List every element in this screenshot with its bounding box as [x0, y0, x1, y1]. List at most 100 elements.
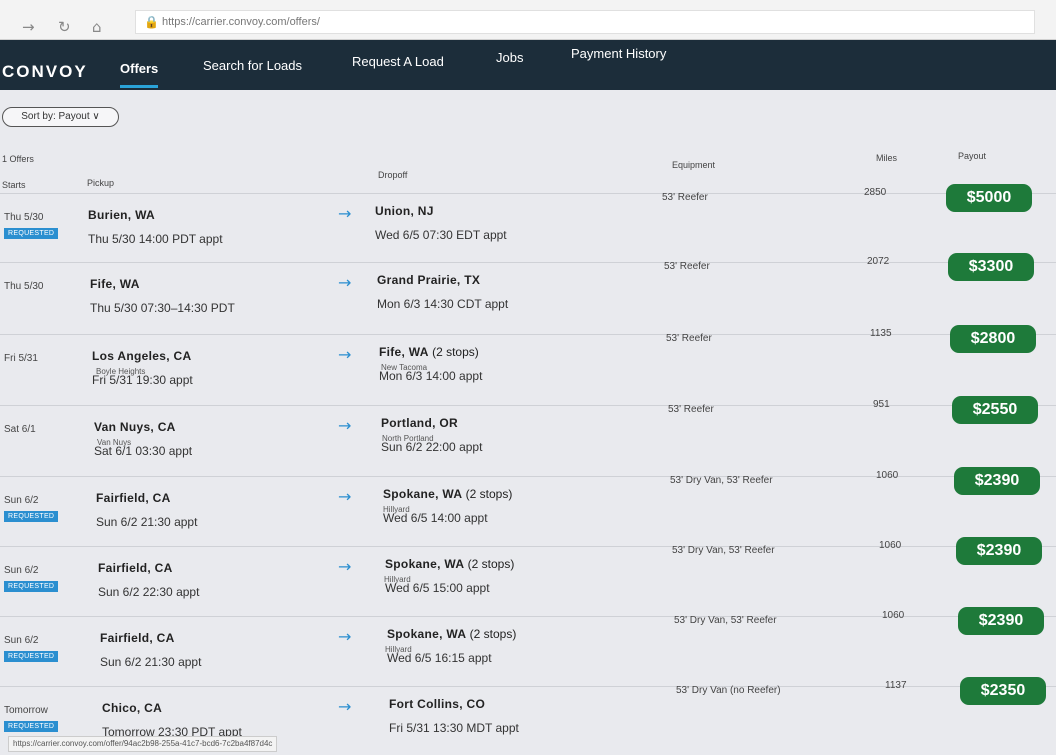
- dropoff-city: Portland, OR: [381, 416, 458, 430]
- miles-value: 1060: [876, 470, 899, 481]
- offer-row[interactable]: Thu 5/30 Fife, WA Thu 5/30 07:30–14:30 PDT…: [0, 253, 1056, 334]
- start-date: Thu 5/30: [4, 212, 44, 223]
- forward-arrow-icon[interactable]: →: [22, 18, 35, 36]
- dropoff-time: Wed 6/5 15:00 appt: [385, 581, 490, 595]
- payout-button[interactable]: $2550: [952, 396, 1038, 424]
- pickup-time: Sun 6/2 22:30 appt: [98, 585, 200, 599]
- header-miles: Miles: [876, 153, 898, 163]
- arrow-right-icon: →: [338, 204, 352, 223]
- offer-row[interactable]: Sun 6/2 REQUESTED Fairfield, CA Sun 6/2 22:…: [0, 537, 1056, 616]
- pickup-time: Thu 5/30 14:00 PDT appt: [88, 232, 223, 246]
- dropoff-time: Mon 6/3 14:00 appt: [379, 369, 483, 383]
- requested-badge: REQUESTED: [4, 228, 59, 239]
- arrow-right-icon: →: [338, 416, 352, 435]
- offer-row[interactable]: Sat 6/1 Van Nuys, CA Van Nuys Sat 6/1 03:30…: [0, 396, 1056, 476]
- tab-offers-label: Offers: [120, 61, 159, 76]
- dropoff-time: Sun 6/2 22:00 appt: [381, 440, 483, 454]
- dropoff-city: Grand Prairie, TX: [377, 273, 481, 287]
- miles-value: 2072: [867, 256, 890, 267]
- payout-button[interactable]: $2390: [954, 467, 1040, 495]
- tab-jobs[interactable]: Jobs: [496, 50, 523, 65]
- dropoff-city: Spokane, WA (2 stops): [383, 487, 513, 501]
- miles-value: 951: [873, 399, 890, 410]
- dropoff-city: Union, NJ: [375, 204, 434, 218]
- pickup-time: Sat 6/1 03:30 appt: [94, 444, 193, 458]
- header-equipment: Equipment: [672, 160, 716, 170]
- pickup-city: Chico, CA: [102, 701, 163, 715]
- payout-button[interactable]: $3300: [948, 253, 1034, 281]
- dropoff-city: Fife, WA (2 stops): [379, 345, 479, 359]
- address-bar[interactable]: 🔒 https://carrier.convoy.com/offers/: [135, 10, 1035, 34]
- header-dropoff: Dropoff: [378, 170, 408, 180]
- requested-badge: REQUESTED: [4, 721, 59, 732]
- dropoff-city: Spokane, WA (2 stops): [385, 557, 515, 571]
- convoy-logo[interactable]: CONVOY: [2, 62, 88, 82]
- offer-row[interactable]: Fri 5/31 Los Angeles, CA Boyle Heights Fri …: [0, 325, 1056, 405]
- tab-payment-history[interactable]: Payment History: [571, 46, 666, 61]
- tab-search-for-loads[interactable]: Search for Loads: [203, 58, 302, 73]
- miles-value: 1060: [882, 610, 905, 621]
- browser-toolbar: → ↻ ⌂ 🔒 https://carrier.convoy.com/offer…: [0, 0, 1056, 40]
- dropoff-time: Mon 6/3 14:30 CDT appt: [377, 297, 509, 311]
- miles-value: 1060: [879, 540, 902, 551]
- refresh-icon[interactable]: ↻: [58, 18, 71, 36]
- payout-button[interactable]: $2800: [950, 325, 1036, 353]
- pickup-city: Fairfield, CA: [100, 631, 175, 645]
- dropoff-city: Fort Collins, CO: [389, 697, 486, 711]
- arrow-right-icon: →: [338, 345, 352, 364]
- tab-request-a-load[interactable]: Request A Load: [352, 54, 444, 69]
- dropoff-time: Wed 6/5 16:15 appt: [387, 651, 492, 665]
- pickup-time: Sun 6/2 21:30 appt: [100, 655, 202, 669]
- pickup-city: Fairfield, CA: [96, 491, 171, 505]
- start-date: Sun 6/2: [4, 565, 39, 576]
- dropoff-time: Wed 6/5 14:00 appt: [383, 511, 488, 525]
- pickup-city: Fife, WA: [90, 277, 140, 291]
- equipment-type: 53' Reefer: [666, 333, 712, 344]
- dropoff-city: Spokane, WA (2 stops): [387, 627, 517, 641]
- pickup-time: Fri 5/31 19:30 appt: [92, 373, 193, 387]
- pickup-city: Van Nuys, CA: [94, 420, 176, 434]
- pickup-city: Los Angeles, CA: [92, 349, 192, 363]
- payout-button[interactable]: $2390: [958, 607, 1044, 635]
- active-tab-indicator: [120, 85, 159, 88]
- payout-button[interactable]: $5000: [946, 184, 1032, 212]
- miles-value: 1135: [870, 328, 892, 339]
- url-text: https://carrier.convoy.com/offers/: [162, 16, 320, 28]
- equipment-type: 53' Reefer: [662, 192, 708, 203]
- equipment-type: 53' Dry Van, 53' Reefer: [674, 615, 777, 626]
- offer-row[interactable]: Thu 5/30 REQUESTED Burien, WA Thu 5/30 14:0…: [0, 184, 1056, 262]
- start-date: Thu 5/30: [4, 281, 44, 292]
- offer-row[interactable]: Sun 6/2 REQUESTED Fairfield, CA Sun 6/2 21:…: [0, 607, 1056, 686]
- start-date: Fri 5/31: [4, 353, 38, 364]
- start-date: Tomorrow: [4, 705, 48, 716]
- arrow-right-icon: →: [338, 557, 352, 576]
- miles-value: 1137: [885, 680, 907, 691]
- start-date: Sun 6/2: [4, 635, 39, 646]
- payout-button[interactable]: $2350: [960, 677, 1046, 705]
- requested-badge: REQUESTED: [4, 581, 59, 592]
- offers-count: 1 Offers: [2, 154, 34, 164]
- home-icon[interactable]: ⌂: [92, 18, 102, 36]
- arrow-right-icon: →: [338, 273, 352, 292]
- tab-offers[interactable]: Offers: [120, 61, 159, 88]
- sort-dropdown[interactable]: Sort by: Payout ∨: [2, 107, 119, 127]
- equipment-type: 53' Dry Van, 53' Reefer: [672, 545, 775, 556]
- pickup-time: Sun 6/2 21:30 appt: [96, 515, 198, 529]
- pickup-city: Fairfield, CA: [98, 561, 173, 575]
- lock-icon: 🔒: [144, 15, 159, 29]
- requested-badge: REQUESTED: [4, 511, 59, 522]
- payout-button[interactable]: $2390: [956, 537, 1042, 565]
- dropoff-time: Wed 6/5 07:30 EDT appt: [375, 228, 507, 242]
- equipment-type: 53' Dry Van (no Reefer): [676, 685, 781, 696]
- start-date: Sun 6/2: [4, 495, 39, 506]
- header-payout: Payout: [958, 151, 987, 161]
- equipment-type: 53' Reefer: [668, 404, 714, 415]
- equipment-type: 53' Reefer: [664, 261, 710, 272]
- start-date: Sat 6/1: [4, 424, 36, 435]
- status-bar-url: https://carrier.convoy.com/offer/94ac2b9…: [8, 736, 278, 752]
- equipment-type: 53' Dry Van, 53' Reefer: [670, 475, 773, 486]
- arrow-right-icon: →: [338, 697, 352, 716]
- offer-row[interactable]: Sun 6/2 REQUESTED Fairfield, CA Sun 6/2 21:…: [0, 467, 1056, 546]
- pickup-time: Thu 5/30 07:30–14:30 PDT: [90, 301, 235, 315]
- requested-badge: REQUESTED: [4, 651, 59, 662]
